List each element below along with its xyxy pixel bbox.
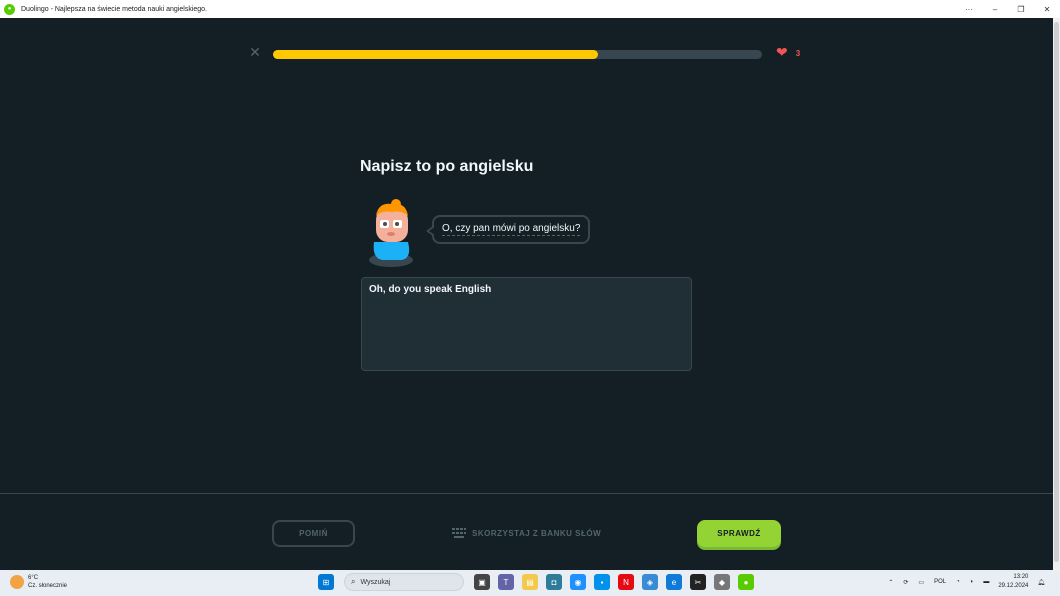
wifi-icon[interactable]: ◔ — [956, 579, 960, 585]
window-title: Duolingo - Najlepsza na świecie metoda n… — [21, 5, 207, 13]
edge-icon[interactable]: e — [666, 574, 682, 590]
window-titlebar: ● Duolingo - Najlepsza na świecie metoda… — [0, 0, 1060, 18]
word-bank-button[interactable]: SKORZYSTAJ Z BANKU SŁÓW — [452, 525, 601, 541]
start-icon[interactable]: ⊞ — [318, 574, 334, 590]
chevron-up-icon[interactable]: ⌃ — [888, 579, 893, 586]
chrome-icon[interactable]: ◉ — [570, 574, 586, 590]
netflix-icon[interactable]: N — [618, 574, 634, 590]
close-lesson-icon[interactable]: ✕ — [248, 46, 262, 60]
teams-icon[interactable]: T — [498, 574, 514, 590]
hearts-counter[interactable]: ❤ 3 — [776, 46, 800, 60]
lesson-footer: POMIŃ SKORZYSTAJ Z BANKU SŁÓW SPRAWDŹ — [0, 493, 1053, 570]
exercise-heading: Napisz to po angielsku — [360, 158, 534, 175]
lesson-screen: ✕ ❤ 3 Napisz to po angielsku O, czy pan … — [0, 18, 1053, 570]
weather-description: Cz. słonecznie — [28, 583, 68, 589]
progress-fill — [273, 50, 599, 59]
volume-icon[interactable]: ◖ — [970, 579, 974, 585]
taskbar-apps: ⊞ ⌕ Wyszukaj ▣ T ▤ ◘ ◉ ▪ N ◈ e ✂ ◆ ● — [314, 573, 758, 591]
keyboard-icon — [452, 528, 466, 538]
task-view-icon[interactable]: ▣ — [474, 574, 490, 590]
weather-temperature: 6°C — [28, 575, 39, 581]
restore-button[interactable]: ❐ — [1008, 0, 1034, 18]
roblox-icon[interactable]: ◆ — [714, 574, 730, 590]
weather-sun-icon — [10, 575, 24, 589]
taskbar-search[interactable]: ⌕ Wyszukaj — [344, 573, 464, 591]
photos-icon[interactable]: ◈ — [642, 574, 658, 590]
clock-date: 29.12.2024 — [998, 583, 1029, 589]
duolingo-taskbar-icon[interactable]: ● — [738, 574, 754, 590]
sync-icon[interactable]: ⟳ — [903, 579, 908, 586]
minimize-button[interactable]: – — [982, 0, 1008, 18]
store-icon[interactable]: ◘ — [546, 574, 562, 590]
language-indicator[interactable]: POL — [934, 579, 946, 585]
capcut-icon[interactable]: ✂ — [690, 574, 706, 590]
search-placeholder: Wyszukaj — [360, 578, 391, 586]
heart-icon: ❤ — [776, 45, 788, 61]
answer-input[interactable] — [361, 277, 692, 371]
app-icon[interactable]: ▪ — [594, 574, 610, 590]
hearts-count: 3 — [795, 48, 801, 58]
skip-button[interactable]: POMIŃ — [272, 520, 355, 547]
weather-widget[interactable]: 6°C Cz. słonecznie — [10, 574, 67, 590]
battery-icon[interactable]: ▬ — [983, 579, 989, 585]
system-tray: ⌃ ⟳ ▭ POL ◔ ◖ ▬ 13:20 29.12.2024 🔔︎ — [883, 573, 1050, 591]
prompt-speech-bubble[interactable]: O, czy pan mówi po angielsku? — [426, 215, 591, 244]
search-icon: ⌕ — [351, 577, 356, 586]
windows-taskbar: 6°C Cz. słonecznie ⊞ ⌕ Wyszukaj ▣ T ▤ ◘ … — [0, 570, 1060, 596]
clock[interactable]: 13:20 29.12.2024 — [998, 573, 1028, 591]
window-controls: ··· – ❐ ✕ — [956, 0, 1060, 18]
vertical-scrollbar[interactable] — [1053, 18, 1060, 570]
scrollbar-thumb[interactable] — [1054, 22, 1059, 562]
display-icon[interactable]: ▭ — [918, 579, 924, 586]
check-button[interactable]: SPRAWDŹ — [697, 520, 781, 547]
word-bank-label: SKORZYSTAJ Z BANKU SŁÓW — [472, 528, 602, 538]
character-illustration — [362, 198, 420, 270]
more-options-icon[interactable]: ··· — [956, 0, 982, 18]
file-explorer-icon[interactable]: ▤ — [522, 574, 538, 590]
prompt-text[interactable]: O, czy pan mówi po angielsku? — [442, 223, 581, 236]
clock-time: 13:20 — [1013, 574, 1029, 580]
lesson-progress-bar — [273, 50, 762, 59]
close-window-button[interactable]: ✕ — [1034, 0, 1060, 18]
duolingo-app-icon: ● — [4, 3, 15, 15]
notification-bell-icon[interactable]: 🔔︎ — [1037, 579, 1045, 586]
